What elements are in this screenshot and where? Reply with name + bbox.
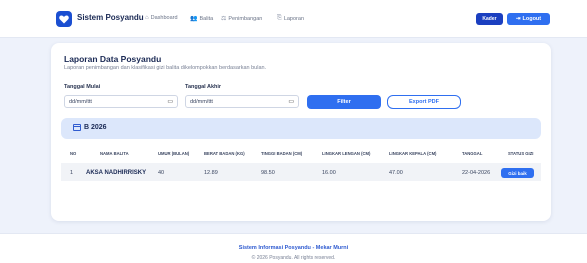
column-header: UMUR (BULAN) [158, 151, 190, 156]
nav-penimbangan[interactable]: ⚖ Penimbangan [221, 15, 263, 23]
page-subtitle: Laporan penimbangan dan klasifikasi gizi… [64, 65, 267, 71]
nav-penimbangan-label: Penimbangan [228, 15, 263, 22]
cell-name: AKSA NADHIRRISKY [86, 170, 147, 176]
footer-copyright: © 2026 Posyandu. All rights reserved. [251, 255, 336, 261]
brand-name[interactable]: Sistem Posyandu [77, 13, 144, 22]
end-date-input[interactable]: dd/mm/ttt ▭ [185, 95, 299, 108]
column-header: NO [70, 151, 77, 156]
status-badge: Gizi baik [501, 168, 534, 178]
logout-icon: ⇥ [515, 16, 521, 22]
home-icon: ⌂ [145, 15, 149, 21]
column-header: TANGGAL [462, 151, 483, 156]
export-pdf-button[interactable]: Export PDF [387, 95, 461, 109]
start-date-input[interactable]: dd/mm/ttt ▭ [64, 95, 178, 108]
calendar-icon[interactable]: ▭ [288, 98, 294, 105]
nav-balita-label: Balita [199, 15, 214, 22]
month-group-header: B 2026 [61, 118, 541, 139]
cell-age: 40 [158, 170, 165, 176]
calendar-icon[interactable]: ▭ [167, 98, 173, 105]
scale-icon: ⚖ [221, 16, 227, 22]
start-date-label: Tanggal Mulai [64, 84, 101, 90]
nav-balita[interactable]: 👥 Balita [190, 15, 214, 23]
month-group-label: B 2026 [73, 124, 107, 131]
column-header: NAMA BALITA [100, 151, 129, 156]
cell-date: 22-04-2026 [462, 170, 491, 176]
cell-weight: 12.89 [204, 170, 218, 176]
report-icon: ⎘ [277, 15, 282, 21]
footer: Sistem Informasi Posyandu - Mekar Murni … [0, 233, 587, 263]
column-header: BERAT BADAN (KG) [204, 151, 245, 156]
users-icon: 👥 [190, 16, 198, 22]
nav-laporan[interactable]: ⎘ Laporan [277, 15, 304, 22]
nav-laporan-label: Laporan [283, 15, 304, 22]
navbar: Sistem Posyandu ⌂ Dashboard 👥 Balita ⚖ P… [0, 0, 587, 38]
cell-no: 1 [70, 170, 74, 176]
end-date-value: dd/mm/ttt [190, 98, 213, 105]
page-title: Laporan Data Posyandu [64, 54, 162, 64]
column-header: STATUS GIZI [508, 151, 534, 156]
month-group-text: B 2026 [84, 124, 107, 131]
nav-dashboard[interactable]: ⌂ Dashboard [145, 15, 178, 21]
role-badge: Kader [476, 13, 503, 25]
filter-button[interactable]: Filter [307, 95, 381, 109]
cell-height: 98.50 [261, 170, 275, 176]
calendar-icon [73, 124, 81, 131]
column-header: LINGKAR LENGAN (CM) [322, 151, 371, 156]
start-date-value: dd/mm/ttt [69, 98, 92, 105]
end-date-label: Tanggal Akhir [185, 84, 222, 90]
nav-dashboard-label: Dashboard [150, 15, 178, 21]
report-card: Laporan Data Posyandu Laporan penimbanga… [51, 43, 551, 221]
logout-button[interactable]: ⇥ Logout [507, 13, 550, 25]
heart-icon[interactable] [56, 11, 72, 27]
column-header: TINGGI BADAN (CM) [261, 151, 303, 156]
footer-title: Sistem Informasi Posyandu - Mekar Murni [238, 245, 349, 251]
logout-label: Logout [522, 16, 542, 22]
column-header: LINGKAR KEPALA (CM) [389, 151, 437, 156]
cell-head: 47.00 [389, 170, 403, 176]
cell-arm: 16.00 [322, 170, 336, 176]
